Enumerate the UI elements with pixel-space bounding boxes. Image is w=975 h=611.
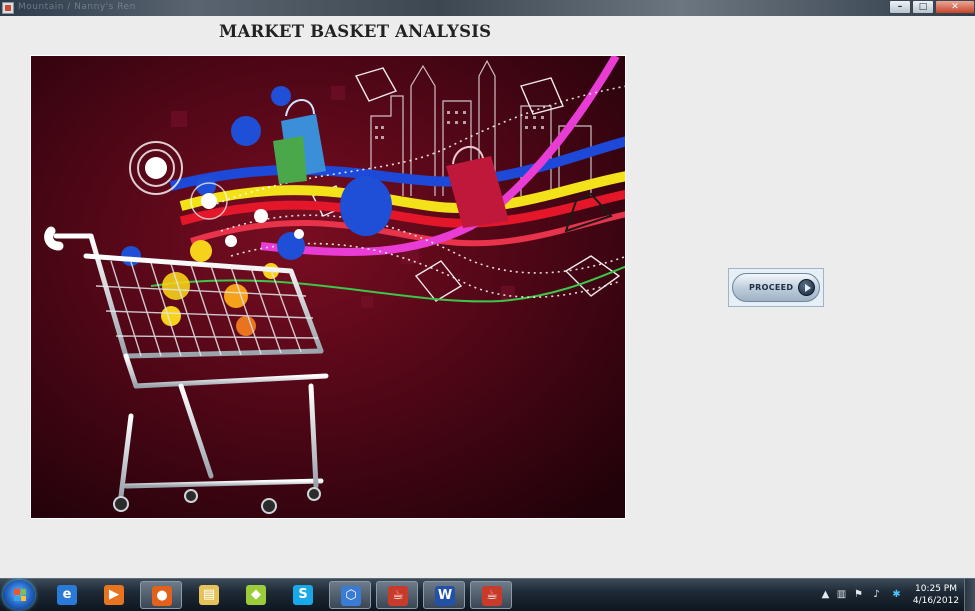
taskbar-item-java-app-2[interactable]: ☕ [470,581,512,609]
taskbar-item-file-explorer[interactable]: ▤ [188,581,230,609]
taskbar-item-virtualbox[interactable]: ⬡ [329,581,371,609]
windows-logo-icon [14,589,26,601]
window-controls: – □ ✕ [888,0,975,15]
page-title: MARKET BASKET ANALYSIS [219,22,492,41]
java-app-2-icon: ☕ [482,586,502,606]
clock-date: 4/16/2012 [912,596,960,606]
illustration-svg [31,56,625,518]
start-button[interactable] [3,580,35,610]
taskbar-item-internet-explorer[interactable]: e [46,581,88,609]
network-icon[interactable]: ▥ [836,589,847,600]
sticky-app-icon: ◆ [246,585,266,605]
taskbar-item-sticky-app[interactable]: ◆ [235,581,277,609]
proceed-button-face[interactable]: PROCEED [732,273,820,302]
proceed-label: PROCEED [749,283,794,292]
window-title: Mountain / Nanny's Ren [18,2,136,12]
window-title-bar[interactable]: Mountain / Nanny's Ren – □ ✕ [0,0,975,16]
media-player-icon: ▶ [104,585,124,605]
internet-explorer-icon: e [57,585,77,605]
volume-icon[interactable]: ♪ [871,589,882,600]
show-hidden-icons-icon[interactable]: ▲ [820,589,831,600]
show-desktop-button[interactable] [964,579,975,611]
file-explorer-icon: ▤ [199,585,219,605]
taskbar-item-skype[interactable]: S [282,581,324,609]
play-arrow-icon [798,279,815,296]
taskbar-item-java-app-1[interactable]: ☕ [376,581,418,609]
word-icon: W [435,586,455,606]
skype-icon: S [293,585,313,605]
proceed-button[interactable]: PROCEED [728,268,824,307]
clock-time: 10:25 PM [915,584,957,594]
action-center-flag-icon[interactable]: ⚑ [853,589,864,600]
taskbar-item-media-player[interactable]: ▶ [93,581,135,609]
close-button[interactable]: ✕ [935,0,975,14]
windows-taskbar: e ▶ ● ▤ ◆ S ⬡ ☕ W ☕ ▲ ▥ ⚑ ♪ ✱ 10:25 PM 4/16/2012 [0,578,975,611]
maximize-button[interactable]: □ [912,0,934,14]
taskbar-item-firefox[interactable]: ● [140,581,182,609]
java-app-1-icon: ☕ [388,586,408,606]
virtualbox-icon: ⬡ [341,586,361,606]
bluetooth-icon[interactable]: ✱ [891,589,902,600]
java-app-icon [2,2,14,14]
minimize-button[interactable]: – [889,0,911,14]
firefox-icon: ● [152,586,172,606]
taskbar-clock[interactable]: 10:25 PM 4/16/2012 [910,583,962,607]
shopping-cart-illustration [30,55,626,519]
taskbar-item-word[interactable]: W [423,581,465,609]
